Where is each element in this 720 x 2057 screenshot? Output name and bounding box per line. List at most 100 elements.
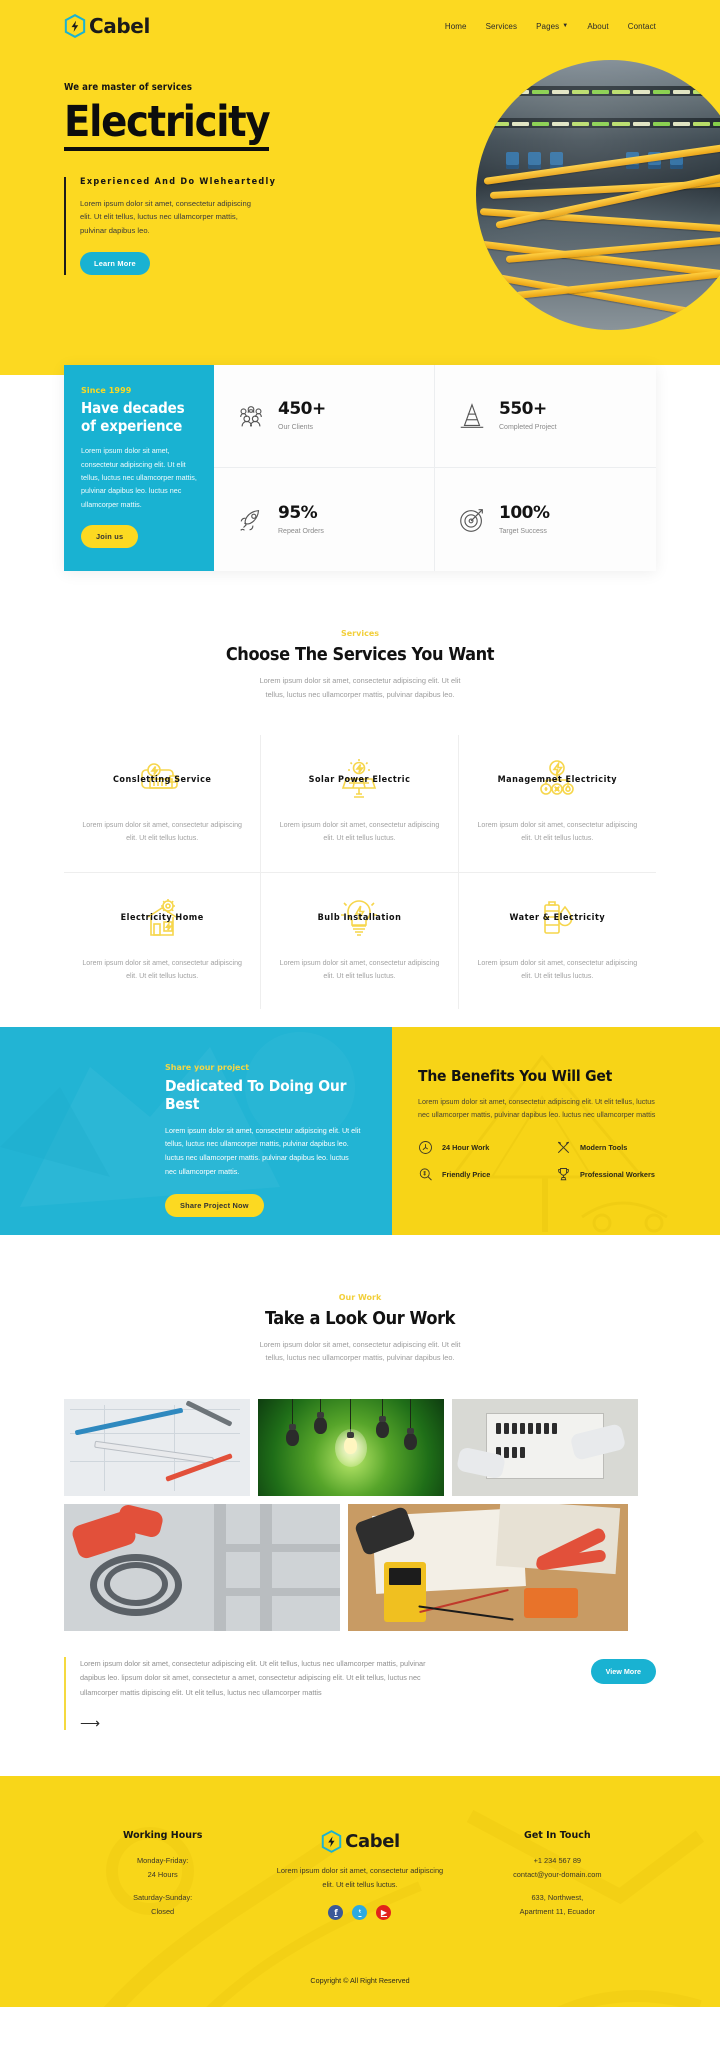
cta-left-title: Dedicated To Doing Our Best [165,1076,347,1113]
facebook-icon[interactable]: f [328,1904,344,1920]
nav-item-label: About [587,21,609,31]
stat-item-clients: 450+ Our Clients [214,365,435,469]
twitter-glyph: ᵗ [358,1907,362,1917]
target-arrow-icon [457,505,487,535]
services-title: Choose The Services You Want [225,643,495,665]
service-title: Water & Electricity [509,912,606,923]
benefit-item-24-hour-work: 24 Hour Work [418,1140,556,1155]
social-links: f ᵗ ▶ [261,1904,458,1920]
cta-right-text: Lorem ipsum dolor sit amet, consectetur … [418,1096,656,1120]
nav-links: Home Services Pages ▼ About Contact [445,22,656,31]
benefit-item-friendly-price: Friendly Price [418,1167,556,1182]
view-more-button[interactable]: View More [590,1659,656,1685]
nav-item-label: Pages [536,21,560,31]
service-desc: Lorem ipsum dolor sit amet, consectetur … [477,958,638,980]
service-card-electricity-home[interactable]: Electricity Home Lorem ipsum dolor sit a… [64,872,262,1009]
work-section: Our Work Take a Look Our Work Lorem ipsu… [0,1234,720,1776]
nav-item-about[interactable]: About [587,22,608,31]
stat-value: 550+ [499,399,547,420]
service-title: Bulb Installation [317,912,402,923]
contact-phone[interactable]: +1 234 567 89 [459,1854,656,1868]
gallery-image-coiled-cable[interactable] [64,1504,340,1632]
benefit-label: 24 Hour Work [442,1143,490,1153]
stat-item-projects: 550+ Completed Project [435,365,656,469]
share-project-button[interactable]: Share Project Now [165,1194,264,1218]
cta-benefits: The Benefits You Will Get Lorem ipsum do… [392,1026,720,1235]
learn-more-button[interactable]: Learn More [80,251,150,275]
stat-item-target-success: 100% Target Success [435,468,656,570]
footer-get-in-touch: Get In Touch +1 234 567 89 contact@your-… [459,1830,656,1919]
hero-section: Cabel Home Services Pages ▼ About Contact [0,0,720,375]
footer-brand-desc: Lorem ipsum dolor sit amet, consectetur … [276,1865,444,1889]
nav-item-pages[interactable]: Pages ▼ [536,22,568,31]
brand-name: Cabel [89,14,150,38]
service-card-consletting-service[interactable]: Consletting Service Lorem ipsum dolor si… [64,735,262,873]
crossed-tools-icon [556,1140,571,1155]
service-desc: Lorem ipsum dolor sit amet, consectetur … [279,821,440,843]
working-hours-weekday-label: Monday-Friday: [136,1855,189,1865]
stat-value: 100% [499,502,550,523]
hero-kicker: We are master of services [64,82,193,93]
footer-brand-name: Cabel [345,1831,400,1853]
service-card-water-electricity[interactable]: Water & Electricity Lorem ipsum dolor si… [459,873,656,1009]
gallery-image-multimeter-workbench[interactable] [348,1504,628,1632]
stat-item-repeat-orders: 95% Repeat Orders [214,468,435,571]
service-desc: Lorem ipsum dolor sit amet, consectetur … [279,958,440,980]
gallery-image-breaker-panel[interactable] [452,1399,638,1497]
footer-col-title: Working Hours [122,1829,203,1841]
work-quote: Lorem ipsum dolor sit amet, consectetur … [64,1657,571,1730]
footer-logo[interactable]: Cabel [261,1829,458,1854]
cta-left-text: Lorem ipsum dolor sit amet, consectetur … [165,1125,361,1176]
nav-item-label: Services [485,21,518,31]
stats-text: Lorem ipsum dolor sit amet, consectetur … [81,446,197,509]
cta-right-title: The Benefits You Will Get [418,1066,613,1085]
nav-item-home[interactable]: Home [445,22,467,31]
landing-page: Cabel Home Services Pages ▼ About Contact [0,0,720,2007]
clock-icon [418,1140,433,1155]
service-card-bulb-installation[interactable]: Bulb Installation Lorem ipsum dolor sit … [261,872,459,1009]
rocket-icon [236,505,266,535]
nav-item-services[interactable]: Services [486,22,517,31]
price-search-icon [418,1167,433,1182]
youtube-glyph: ▶ [380,1907,388,1917]
work-quote-row: Lorem ipsum dolor sit amet, consectetur … [64,1657,656,1776]
twitter-icon[interactable]: ᵗ [352,1904,368,1920]
hero-subtitle: Experienced And Do Wleheartedly [80,177,277,187]
footer-col-title: Get In Touch [524,1829,591,1841]
site-footer: Working Hours Monday-Friday: 24 Hours Sa… [0,1775,720,2007]
join-us-button[interactable]: Join us [81,524,139,548]
arrow-right-icon[interactable]: ⟶ [80,1716,571,1730]
services-header: Services Choose The Services You Want Lo… [64,571,656,701]
service-card-managemnet-electricity[interactable]: Managemnet Electricity Lorem ipsum dolor… [458,735,656,873]
bolt-hexagon-icon [64,14,86,38]
footer-working-hours: Working Hours Monday-Friday: 24 Hours Sa… [64,1830,261,1919]
site-logo[interactable]: Cabel [64,14,150,38]
nav-item-label: Contact [627,21,656,31]
stat-label: Repeat Orders [278,527,324,535]
nav-item-contact[interactable]: Contact [628,22,656,31]
chevron-down-icon: ▼ [562,23,569,29]
work-title: Take a Look Our Work [264,1307,456,1329]
gallery-image-hanging-bulbs[interactable] [258,1399,444,1497]
contact-address-line2: Apartment 11, Ecuador [519,1906,596,1916]
stats-title: Have decades of experience [81,399,185,435]
facebook-glyph: f [334,1907,338,1917]
benefits-list: 24 Hour Work Modern Tools Friendly Price… [418,1140,694,1182]
service-title: Consletting Service [112,775,212,786]
stat-value: 95% [278,502,318,523]
bolt-hexagon-icon [320,1829,342,1854]
work-header: Our Work Take a Look Our Work Lorem ipsu… [64,1235,656,1365]
hero-subtext: Lorem ipsum dolor sit amet, consectetur … [80,199,251,235]
services-section: Services Choose The Services You Want Lo… [0,570,720,1027]
stats-grid: 450+ Our Clients 550+ Completed Project [214,365,656,571]
contact-email[interactable]: contact@your-domain.com [459,1868,656,1882]
cta-kicker: Share your project [165,1062,250,1072]
benefit-label: Friendly Price [442,1170,491,1180]
stat-label: Our Clients [278,424,314,432]
service-card-solar-power-electric[interactable]: Solar Power Electric Lorem ipsum dolor s… [261,735,459,873]
work-desc: Lorem ipsum dolor sit amet, consectetur … [259,1339,461,1363]
youtube-icon[interactable]: ▶ [376,1904,392,1920]
nav-item-label: Home [444,21,467,31]
gallery-image-blueprint-tools[interactable] [64,1399,250,1497]
hero-subblock: Experienced And Do Wleheartedly Lorem ip… [64,177,294,275]
